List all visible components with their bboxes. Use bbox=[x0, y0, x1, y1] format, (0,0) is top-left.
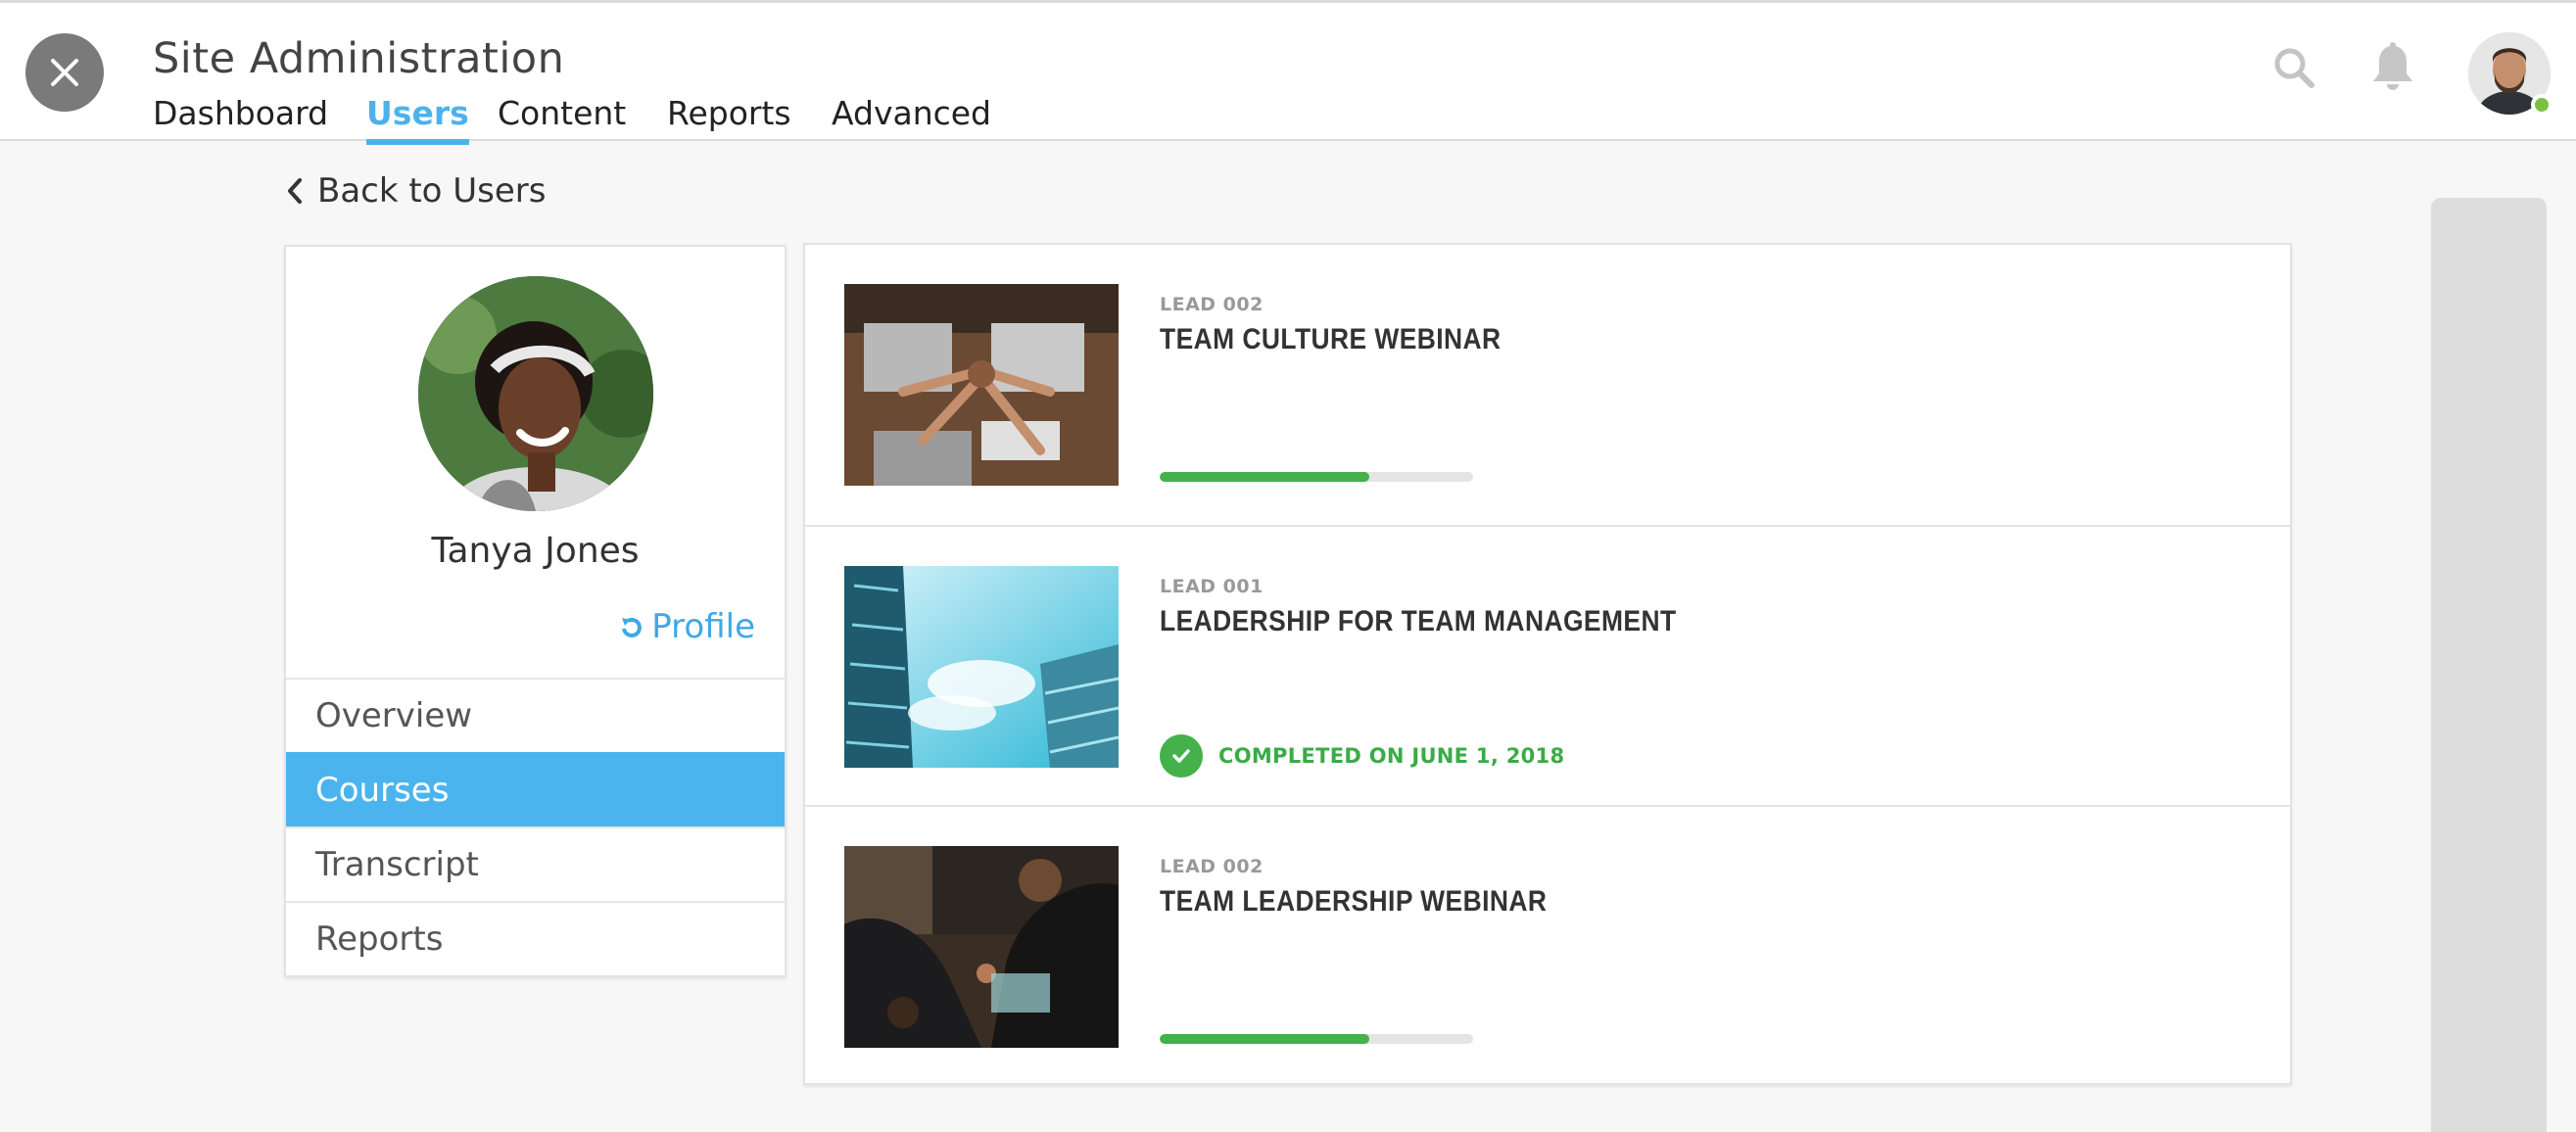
side-menu-courses[interactable]: Courses bbox=[286, 752, 785, 826]
tab-dashboard[interactable]: Dashboard bbox=[153, 94, 328, 143]
side-menu-overview[interactable]: Overview bbox=[286, 678, 785, 752]
course-title[interactable]: TEAM LEADERSHIP WEBINAR bbox=[1160, 885, 1547, 919]
online-status-dot bbox=[2531, 94, 2552, 116]
course-item[interactable]: LEAD 002 TEAM LEADERSHIP WEBINAR bbox=[805, 805, 2290, 1085]
course-thumbnail[interactable] bbox=[844, 846, 1119, 1048]
course-progress-fill bbox=[1160, 1034, 1370, 1044]
side-menu-reports[interactable]: Reports bbox=[286, 901, 785, 975]
course-item[interactable]: LEAD 001 LEADERSHIP FOR TEAM MANAGEMENT … bbox=[805, 525, 2290, 805]
side-menu-transcript[interactable]: Transcript bbox=[286, 826, 785, 901]
course-code: LEAD 002 bbox=[1160, 294, 1264, 315]
top-header: Site Administration Dashboard Users Cont… bbox=[0, 0, 2576, 145]
chevron-left-icon bbox=[288, 178, 302, 204]
tab-reports[interactable]: Reports bbox=[667, 94, 791, 143]
course-thumbnail-image bbox=[844, 846, 1119, 1048]
search-icon[interactable] bbox=[2272, 46, 2315, 89]
course-thumbnail[interactable] bbox=[844, 566, 1119, 768]
course-progress-bar bbox=[1160, 472, 1473, 482]
course-thumbnail-image bbox=[844, 566, 1119, 768]
user-photo bbox=[418, 276, 653, 511]
profile-side-menu: Overview Courses Transcript Reports bbox=[286, 678, 785, 975]
refresh-icon bbox=[622, 617, 643, 637]
tab-advanced[interactable]: Advanced bbox=[832, 94, 991, 143]
courses-list: LEAD 002 TEAM CULTURE WEBINAR LEAD 001 L… bbox=[803, 243, 2292, 1085]
close-icon bbox=[51, 59, 78, 86]
course-title[interactable]: TEAM CULTURE WEBINAR bbox=[1160, 323, 1502, 356]
user-profile-card: Tanya Jones Profile Overview Courses Tra… bbox=[284, 245, 787, 977]
course-item[interactable]: LEAD 002 TEAM CULTURE WEBINAR bbox=[805, 245, 2290, 525]
course-title[interactable]: LEADERSHIP FOR TEAM MANAGEMENT bbox=[1160, 605, 1677, 638]
completion-status: COMPLETED ON JUNE 1, 2018 bbox=[1160, 734, 1564, 778]
side-scroll-panel[interactable] bbox=[2431, 198, 2547, 1132]
close-button[interactable] bbox=[25, 33, 104, 112]
page-title: Site Administration bbox=[153, 34, 565, 83]
bell-icon[interactable] bbox=[2370, 42, 2415, 93]
back-link-label: Back to Users bbox=[317, 171, 547, 211]
profile-link-label: Profile bbox=[651, 607, 755, 646]
back-to-users-link[interactable]: Back to Users bbox=[286, 171, 547, 211]
course-progress-bar bbox=[1160, 1034, 1473, 1044]
user-photo-image bbox=[418, 276, 653, 511]
user-name: Tanya Jones bbox=[431, 531, 640, 571]
course-code: LEAD 001 bbox=[1160, 576, 1264, 597]
course-thumbnail-image bbox=[844, 284, 1119, 486]
course-progress-fill bbox=[1160, 472, 1370, 482]
profile-link[interactable]: Profile bbox=[620, 607, 755, 646]
tab-content[interactable]: Content bbox=[498, 94, 626, 143]
tab-users[interactable]: Users bbox=[366, 94, 469, 145]
course-thumbnail[interactable] bbox=[844, 284, 1119, 486]
check-icon bbox=[1160, 734, 1203, 778]
completed-text: COMPLETED ON JUNE 1, 2018 bbox=[1218, 744, 1565, 768]
course-code: LEAD 002 bbox=[1160, 856, 1264, 877]
